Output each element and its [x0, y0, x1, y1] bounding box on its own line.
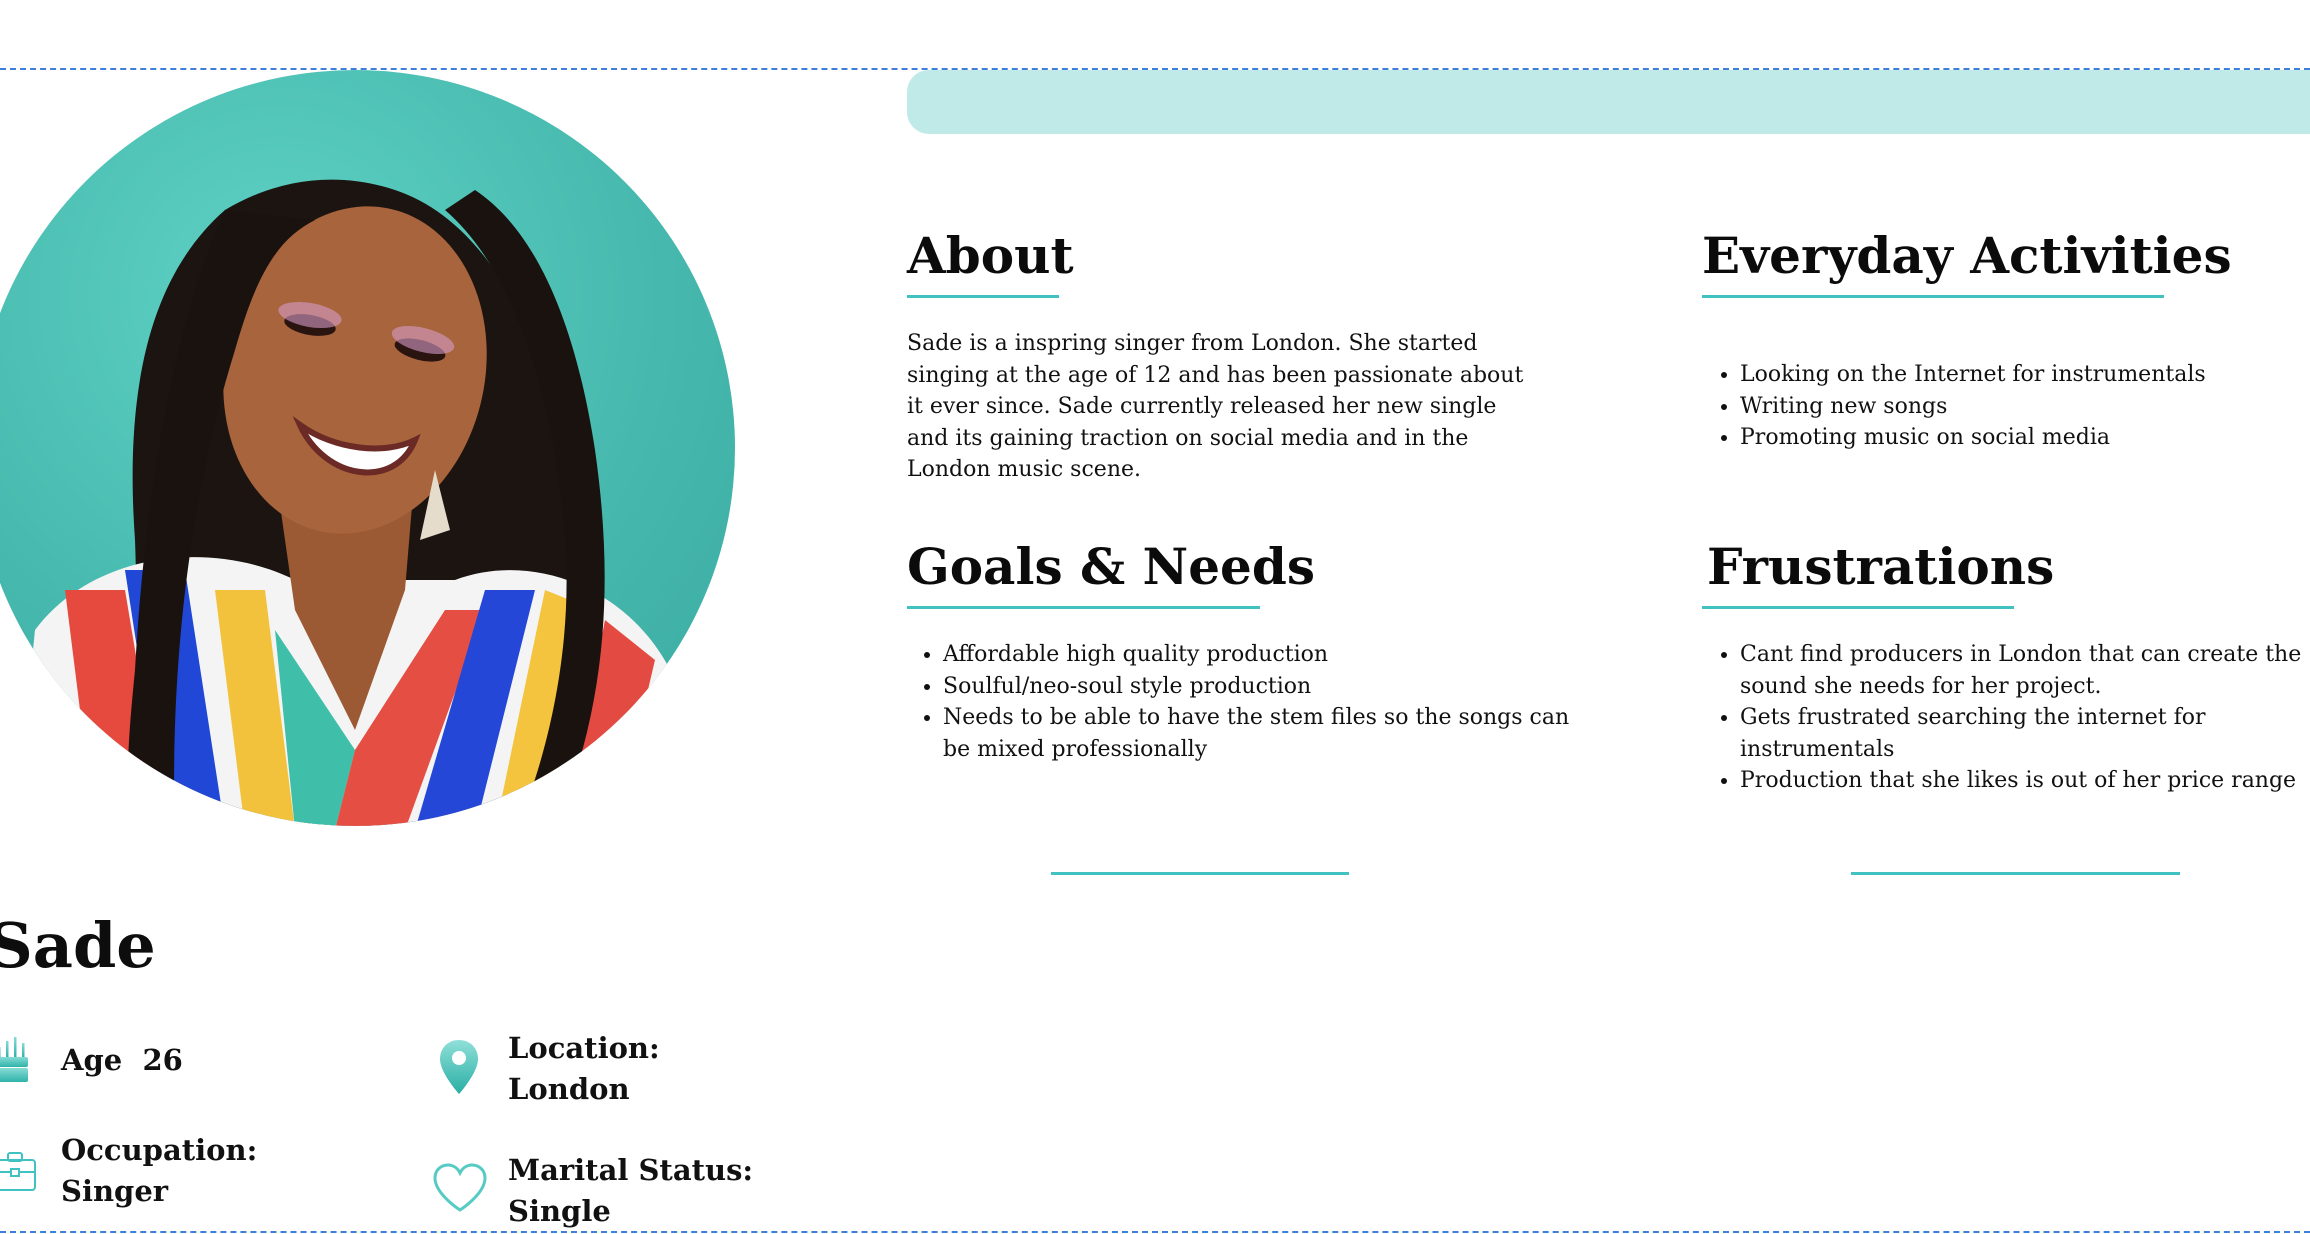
everyday-activities-list: Looking on the Internet for instrumental…	[1706, 359, 2310, 454]
occupation-value: Singer	[61, 1174, 169, 1208]
heart-icon	[432, 1162, 488, 1218]
list-item: Soulful/neo-soul style production	[943, 671, 1573, 703]
persona-photo	[0, 70, 735, 826]
age-fact: Age 26	[61, 1040, 183, 1081]
about-text: Sade is a inspring singer from London. S…	[907, 331, 1524, 482]
goals-needs-list: Affordable high quality production Soulf…	[909, 639, 1573, 765]
list-item: Looking on the Internet for instrumental…	[1740, 359, 2310, 391]
header-accent-bar	[907, 70, 2310, 134]
age-label: Age	[61, 1043, 123, 1077]
decorative-divider	[1051, 872, 1349, 875]
goals-needs-heading: Goals & Needs	[907, 537, 1315, 596]
location-value: London	[508, 1072, 630, 1106]
frustrations-underline	[1702, 606, 2014, 609]
marital-status-fact: Marital Status: Single	[508, 1150, 753, 1232]
goals-needs-underline	[907, 606, 1260, 609]
list-item: Affordable high quality production	[943, 639, 1573, 671]
persona-name: Sade	[0, 909, 156, 982]
briefcase-icon	[0, 1150, 38, 1198]
list-item: Writing new songs	[1740, 391, 2310, 423]
occupation-fact: Occupation: Singer	[61, 1130, 257, 1212]
list-item: Cant find producers in London that can c…	[1740, 639, 2310, 702]
decorative-divider	[1851, 872, 2180, 875]
age-text: Age 26	[61, 1040, 183, 1081]
location-label: Location:	[508, 1031, 660, 1065]
cake-icon	[0, 1033, 34, 1087]
occupation-label: Occupation:	[61, 1133, 258, 1167]
everyday-activities-heading: Everyday Activities	[1702, 226, 2232, 285]
marital-status-label: Marital Status:	[508, 1153, 754, 1187]
location-fact: Location: London	[508, 1028, 660, 1110]
everyday-activities-underline	[1702, 295, 2164, 298]
marital-status-value: Single	[508, 1194, 611, 1228]
age-value: 26	[142, 1043, 183, 1077]
list-item: Needs to be able to have the stem files …	[943, 702, 1573, 765]
location-pin-icon	[438, 1038, 480, 1100]
list-item: Production that she likes is out of her …	[1740, 765, 2310, 797]
frustrations-heading: Frustrations	[1707, 537, 2055, 596]
frustrations-list: Cant find producers in London that can c…	[1706, 639, 2310, 797]
bottom-guide-line	[0, 1231, 2310, 1233]
about-heading: About	[907, 226, 1074, 285]
about-underline	[907, 295, 1059, 298]
list-item: Promoting music on social media	[1740, 422, 2310, 454]
list-item: Gets frustrated searching the internet f…	[1740, 702, 2310, 765]
